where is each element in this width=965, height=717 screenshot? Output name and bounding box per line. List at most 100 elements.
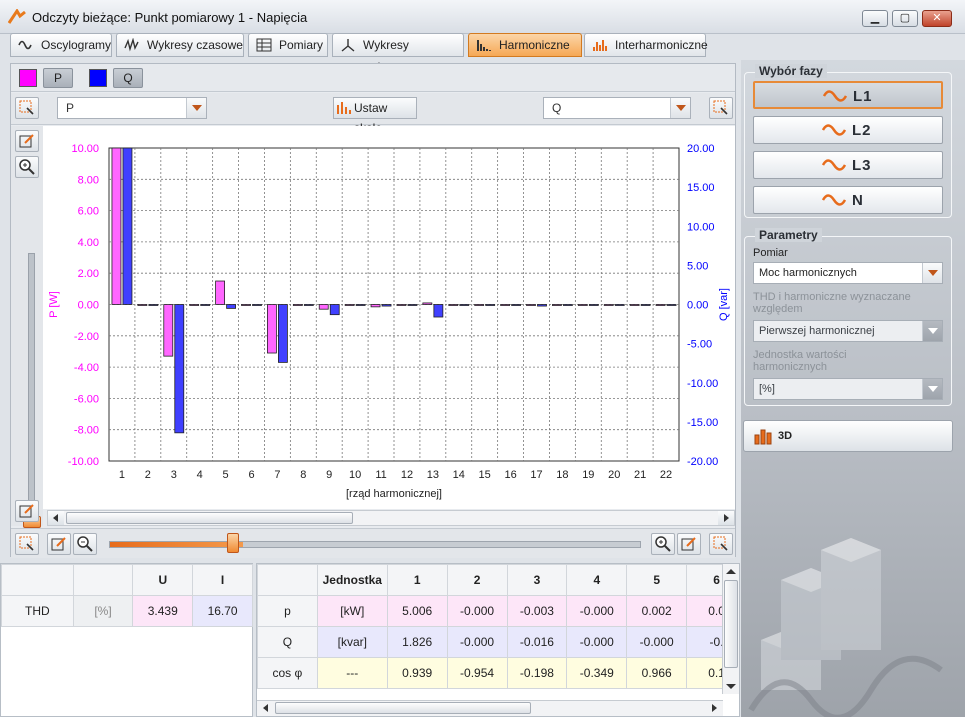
select-zoom-right-button[interactable] <box>709 97 733 119</box>
cursor-icon <box>713 536 728 551</box>
tab-oscylogramy[interactable]: Oscylogramy <box>10 33 112 57</box>
row-label: Q <box>257 626 318 658</box>
bar-q <box>122 147 133 305</box>
chart-controls: P Ustaw skalę Q <box>11 93 735 135</box>
bar-q <box>303 304 314 306</box>
table-row: Q [kvar] 1.826 -0.000 -0.016 -0.000 -0.0… <box>257 626 739 658</box>
bar-q <box>381 304 392 307</box>
left-axis-value: P <box>66 101 75 115</box>
bar-p <box>137 304 148 306</box>
x-tick-label: 20 <box>608 469 620 481</box>
zoom-in-x-button[interactable] <box>651 533 675 555</box>
bar-p <box>500 304 510 306</box>
minimize-button[interactable]: ▁ <box>862 10 888 27</box>
tab-interharmoniczne[interactable]: Interharmoniczne <box>584 33 708 57</box>
phase-selection-group: Wybór fazy L1 L2 L3 N <box>744 64 952 218</box>
maximize-button[interactable]: ▢ <box>892 10 918 27</box>
sine-wave-icon <box>822 194 846 206</box>
app-logo-icon <box>8 9 26 24</box>
bar-p <box>111 147 122 305</box>
tab-wykresy-wskazowe[interactable]: Wykresy wskazowe <box>332 33 464 74</box>
x-tick-label: 21 <box>634 469 646 481</box>
phase-n-button[interactable]: N <box>753 186 943 214</box>
scrollbar-thumb[interactable] <box>66 512 353 524</box>
table-horizontal-scrollbar[interactable] <box>257 700 723 716</box>
view-3d-button[interactable]: 3D <box>743 420 953 452</box>
bar-q <box>588 304 599 306</box>
tab-wykresy-czasowe[interactable]: Wykresy czasowe <box>116 33 244 57</box>
x-zoom-slider[interactable] <box>109 541 641 548</box>
p-color-swatch[interactable] <box>19 69 37 87</box>
bar-q <box>433 304 444 318</box>
chevron-down-icon[interactable] <box>922 379 942 399</box>
row-label: p <box>257 595 318 627</box>
q-series-toggle[interactable]: Q <box>113 68 143 88</box>
edit-x-scale-right-button[interactable] <box>677 533 701 555</box>
chevron-left-icon[interactable] <box>259 702 273 714</box>
left-axis-select[interactable]: P <box>57 97 207 119</box>
side-panel: Wybór fazy L1 L2 L3 N Parametry Pomiar M… <box>741 60 965 717</box>
y-tick-label-left: -8.00 <box>74 425 99 437</box>
phase-l3-button[interactable]: L3 <box>753 151 943 179</box>
harmonics-chart-svg: 10.008.006.004.002.000.00-2.00-4.00-6.00… <box>48 143 730 500</box>
zoom-out-x-button[interactable] <box>73 533 97 555</box>
chevron-up-icon[interactable] <box>723 564 739 578</box>
chevron-right-icon[interactable] <box>707 702 721 714</box>
chevron-down-icon[interactable] <box>922 263 942 283</box>
x-zoom-slider-thumb[interactable] <box>227 533 239 553</box>
scroll-left-arrow[interactable] <box>48 511 64 525</box>
x-tick-label: 4 <box>197 469 203 481</box>
harm-header-2: 2 <box>446 564 508 596</box>
bar-p <box>241 304 251 306</box>
unit-cell: --- <box>316 657 388 689</box>
scroll-right-arrow[interactable] <box>718 511 734 525</box>
harmonic-unit-select[interactable]: [%] <box>753 378 943 400</box>
thd-header-blank <box>1 564 74 596</box>
right-axis-select[interactable]: Q <box>543 97 691 119</box>
q-color-swatch[interactable] <box>89 69 107 87</box>
chevron-down-icon[interactable] <box>922 321 942 341</box>
measure-select[interactable]: Moc harmonicznych <box>753 262 943 284</box>
edit-icon <box>681 537 696 551</box>
bar-q <box>200 304 211 306</box>
set-scale-button[interactable]: Ustaw skalę <box>333 97 417 135</box>
tab-pomiary[interactable]: Pomiary <box>248 33 328 57</box>
select-zoom-bottom-left-button[interactable] <box>15 533 39 555</box>
bar-p <box>552 304 562 306</box>
sine-wave-icon <box>822 124 846 136</box>
x-tick-label: 16 <box>504 469 516 481</box>
scrollbar-thumb[interactable] <box>724 580 738 668</box>
phase-l1-button[interactable]: L1 <box>753 81 943 109</box>
edit-y-scale-bottom-button[interactable] <box>15 500 39 522</box>
chart-horizontal-scrollbar[interactable] <box>47 510 735 526</box>
table-vertical-scrollbar[interactable] <box>722 564 739 694</box>
bar-p <box>629 304 640 306</box>
y-tick-label-right: 15.00 <box>687 182 715 194</box>
close-button[interactable]: ✕ <box>922 10 952 27</box>
edit-x-scale-button[interactable] <box>47 533 71 555</box>
thd-reference-select[interactable]: Pierwszej harmonicznej <box>753 320 943 342</box>
edit-y-scale-button[interactable] <box>15 130 39 152</box>
bar-p <box>396 304 407 306</box>
scrollbar-thumb[interactable] <box>275 702 531 714</box>
harmonics-table: Jednostka 1 2 3 4 5 6 p [kW] 5.006 -0.00… <box>256 563 740 717</box>
sine-wave-icon <box>822 159 846 171</box>
select-zoom-bottom-right-button[interactable] <box>709 533 733 555</box>
harm-header-4: 4 <box>566 564 628 596</box>
harm-header-blank <box>257 564 318 596</box>
harmonics-chart[interactable]: 10.00 8.00 6.00 4.00 2.00 0.00 -2.00 -4.00 -6.00… <box>43 126 735 509</box>
background-3d-bars-decoration <box>748 538 943 717</box>
bar-p <box>267 304 277 354</box>
tab-harmoniczne[interactable]: Harmoniczne <box>468 33 582 57</box>
zoom-in-y-button[interactable] <box>15 156 39 178</box>
phase-l2-button[interactable]: L2 <box>753 116 943 144</box>
p-series-toggle[interactable]: P <box>43 68 73 88</box>
y-zoom-slider[interactable] <box>28 253 35 521</box>
chevron-down-icon[interactable] <box>186 98 206 118</box>
thd-table: U I THD [%] 3.439 16.70 <box>0 563 253 717</box>
thd-u-cell: 3.439 <box>132 595 194 627</box>
chevron-down-icon[interactable] <box>723 680 739 694</box>
chevron-down-icon[interactable] <box>670 98 690 118</box>
harmonic-unit-label: Jednostka wartości harmonicznych <box>753 349 847 373</box>
select-zoom-left-button[interactable] <box>15 97 39 119</box>
